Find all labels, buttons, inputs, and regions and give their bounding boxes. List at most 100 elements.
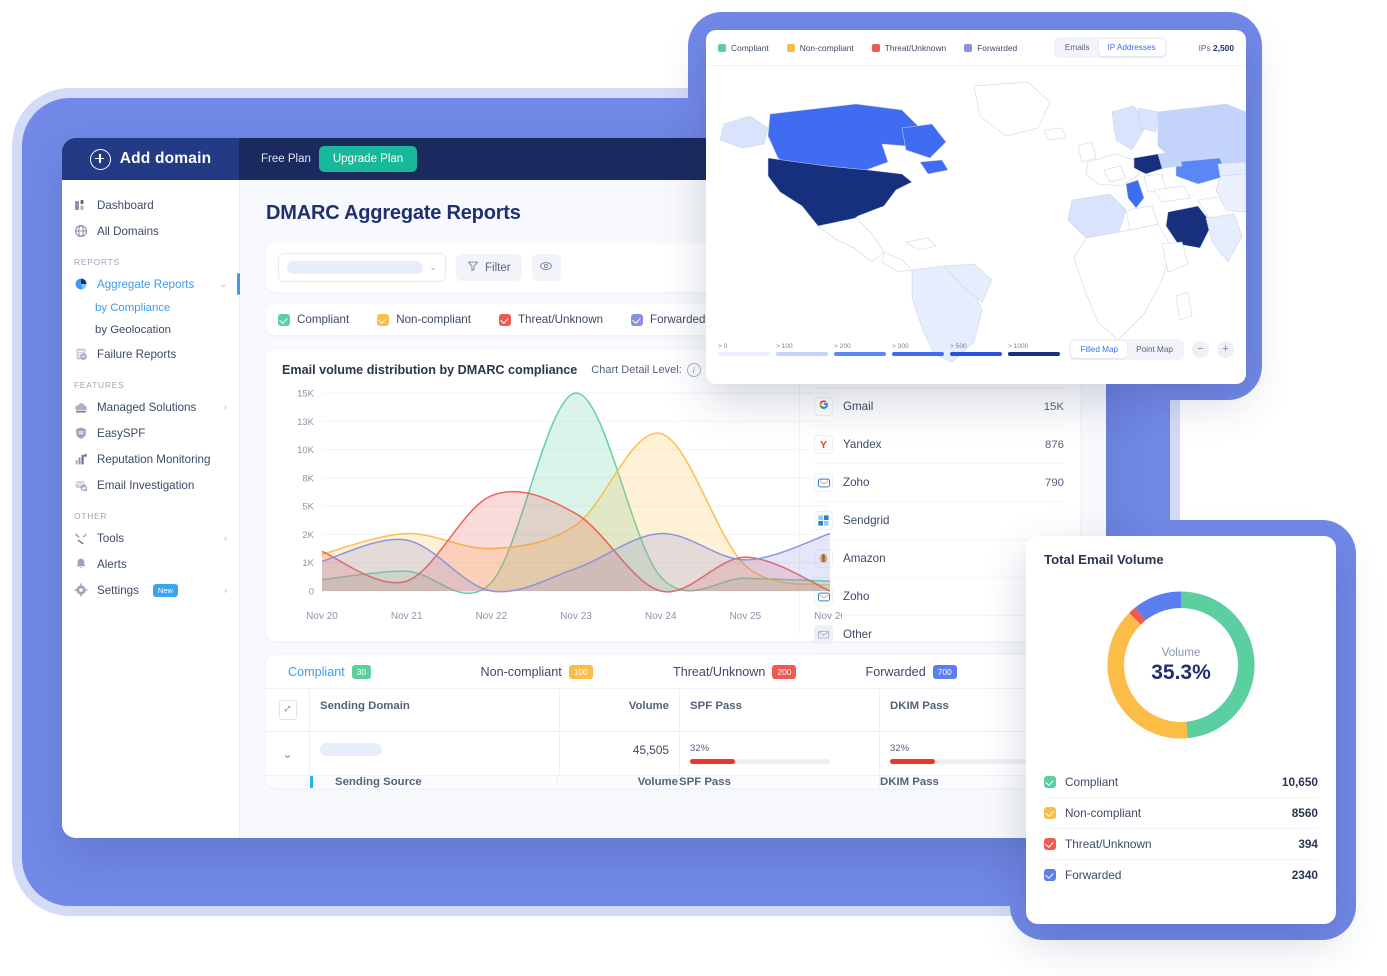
legend-label: Compliant [731, 42, 769, 53]
table-row[interactable]: ⌄ 45,505 32% 32% [266, 732, 1080, 776]
column-header-sending-domain[interactable]: Sending Domain [310, 689, 560, 731]
scale-label: > 500 [950, 342, 967, 350]
compliance-tabs: Compliant 30 Non-compliant 100 Threat/Un… [266, 655, 1080, 689]
list-item[interactable]: Gmail 15K [814, 388, 1064, 426]
legend-value: 394 [1298, 837, 1318, 851]
source-name: Amazon [843, 552, 886, 565]
list-item[interactable]: Y Yandex 876 [814, 426, 1064, 464]
expand-all-cell[interactable]: ⤢ [266, 689, 310, 731]
scale-step: > 1000 [1008, 343, 1060, 356]
donut-center-text: Volume 35.3% [1151, 646, 1211, 685]
legend-item-threat-unknown[interactable]: Threat/Unknown [498, 313, 603, 326]
row-expand-toggle[interactable]: ⌄ [266, 732, 310, 775]
column-header-sub-spf[interactable]: SPF Pass [679, 776, 880, 788]
settings-new-badge: New [152, 583, 178, 597]
sidebar-item-reputation-monitoring[interactable]: Reputation Monitoring [62, 446, 239, 472]
toggle-ip-addresses[interactable]: IP Addresses [1098, 39, 1165, 56]
sidebar-item-aggregate-reports[interactable]: Aggregate Reports ⌄ [62, 271, 240, 297]
toggle-emails[interactable]: Emails [1056, 39, 1099, 56]
filter-button[interactable]: Filter [456, 254, 522, 281]
shield-icon [74, 426, 88, 440]
map-legend-threat-unknown[interactable]: Threat/Unknown [871, 42, 947, 53]
svg-text:0: 0 [309, 587, 314, 598]
cell-volume: 45,505 [560, 732, 680, 775]
checkbox-compliant[interactable] [1044, 776, 1056, 788]
sidebar-item-tools[interactable]: Tools › [62, 525, 239, 551]
tab-badge: 700 [932, 665, 957, 679]
checkbox-forwarded[interactable] [964, 43, 973, 52]
sidebar-item-by-geolocation[interactable]: by Geolocation [62, 319, 239, 341]
sidebar-item-dashboard[interactable]: Dashboard [62, 192, 239, 218]
sidebar-item-by-compliance[interactable]: by Compliance [62, 297, 239, 319]
checkbox-threat-unknown[interactable] [1044, 838, 1056, 850]
checkbox-compliant[interactable] [278, 313, 290, 326]
map-legend-compliant[interactable]: Compliant [718, 43, 769, 53]
checkbox-threat-unknown[interactable] [498, 313, 511, 326]
map-legend-non-compliant[interactable]: Non-compliant [786, 43, 854, 53]
sidebar-section-other: OTHER [74, 511, 108, 521]
zoom-in-button[interactable]: + [1217, 340, 1234, 358]
point-map-button[interactable]: Point Map [1127, 341, 1182, 358]
checkbox-forwarded[interactable] [1044, 869, 1056, 881]
column-header-sub-volume[interactable]: Volume [558, 776, 679, 788]
svg-text:Nov 21: Nov 21 [391, 611, 423, 622]
screenshot-stage: Add domain Free Plan Upgrade Plan Dashbo… [0, 0, 1387, 976]
tab-compliant[interactable]: Compliant 30 [288, 665, 481, 679]
sidebar-item-easyspf[interactable]: EasySPF [62, 420, 239, 446]
subrow-spacer [266, 776, 310, 788]
checkbox-non-compliant[interactable] [786, 43, 795, 52]
sidebar-item-failure-reports[interactable]: Failure Reports [62, 341, 239, 367]
checkbox-forwarded[interactable] [631, 313, 644, 326]
sidebar: Dashboard All Domains REPORTS Aggregate … [62, 180, 240, 838]
checkbox-compliant[interactable] [718, 43, 726, 52]
legend-label: Forwarded [977, 42, 1018, 53]
zoom-out-button[interactable]: − [1192, 340, 1209, 358]
domain-select[interactable]: ⌄ [278, 253, 446, 282]
list-item[interactable]: Forwarded 2340 [1044, 860, 1318, 890]
filled-map-button[interactable]: Filled Map [1071, 340, 1128, 358]
checkbox-threat-unknown[interactable] [871, 43, 880, 52]
column-header-volume[interactable]: Volume [560, 689, 680, 731]
map-legend-forwarded[interactable]: Forwarded [964, 43, 1017, 53]
legend-item-compliant[interactable]: Compliant [278, 313, 349, 326]
legend-label: Threat/Unknown [884, 42, 947, 53]
column-header-spf-pass[interactable]: SPF Pass [680, 689, 880, 731]
chevron-right-icon: › [224, 402, 227, 412]
tab-label: Non-compliant [480, 665, 562, 679]
world-map[interactable]: > 0 > 100 > 200 > 300 > 500 > 1000 Fille… [706, 66, 1246, 366]
sidebar-item-managed-solutions[interactable]: Managed Solutions › [62, 394, 239, 420]
legend-item-forwarded[interactable]: Forwarded [631, 313, 705, 326]
list-item[interactable]: Non-compliant 8560 [1044, 798, 1318, 829]
expand-all-icon[interactable]: ⤢ [278, 700, 297, 720]
visibility-toggle-button[interactable] [531, 254, 561, 281]
spf-pass-pct: 32% [690, 743, 710, 754]
donut-chart: Volume 35.3% [1044, 567, 1318, 763]
bell-icon [74, 557, 88, 571]
tab-threat-unknown[interactable]: Threat/Unknown 200 [673, 665, 866, 679]
sidebar-item-settings[interactable]: Settings New › [62, 577, 239, 603]
svg-text:Nov 26: Nov 26 [814, 611, 842, 622]
list-item[interactable]: Sendgrid [814, 502, 1064, 540]
tab-non-compliant[interactable]: Non-compliant 100 [481, 665, 674, 679]
sidebar-item-alerts[interactable]: Alerts [62, 551, 239, 577]
map-view-toggle: Filled Map Point Map [1069, 338, 1184, 360]
list-item[interactable]: Threat/Unknown 394 [1044, 829, 1318, 860]
legend-label: Threat/Unknown [1065, 837, 1152, 851]
sidebar-item-email-investigation[interactable]: Email Investigation [62, 472, 239, 498]
sidebar-item-all-domains[interactable]: All Domains [62, 218, 239, 244]
list-item[interactable]: Zoho 790 [814, 464, 1064, 502]
list-item[interactable]: Compliant 10,650 [1044, 767, 1318, 798]
checkbox-non-compliant[interactable] [377, 313, 390, 326]
source-name: Sendgrid [843, 514, 890, 527]
doc-icon [74, 347, 88, 361]
add-domain-button[interactable]: Add domain [62, 138, 239, 180]
sidebar-item-label: EasySPF [97, 426, 146, 440]
checkbox-non-compliant[interactable] [1044, 807, 1056, 819]
sidebar-item-label: Dashboard [97, 198, 154, 212]
upgrade-plan-button[interactable]: Upgrade Plan [318, 146, 418, 172]
column-header-sending-source[interactable]: Sending Source [313, 776, 558, 788]
info-icon[interactable]: i [686, 363, 701, 377]
legend-item-non-compliant[interactable]: Non-compliant [377, 313, 471, 326]
legend-label: Forwarded [1065, 868, 1122, 882]
sidebar-item-label: Failure Reports [97, 347, 177, 361]
